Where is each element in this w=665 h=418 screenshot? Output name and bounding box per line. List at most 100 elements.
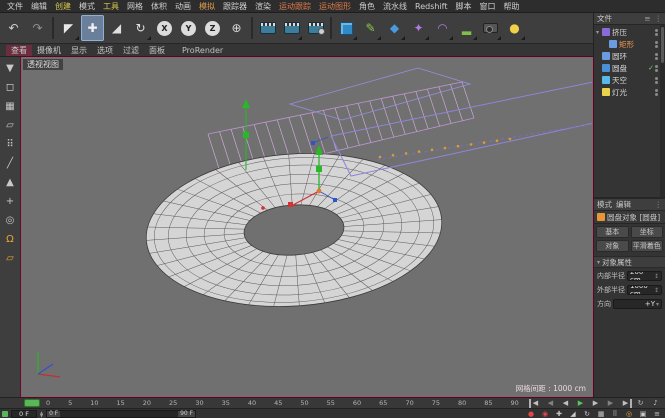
visibility-dots[interactable] xyxy=(655,29,658,36)
autokey-button[interactable]: ◉ xyxy=(539,409,551,418)
menu-mesh[interactable]: 网格 xyxy=(123,1,147,12)
menu-tools[interactable]: 工具 xyxy=(99,1,123,12)
redo-button[interactable]: ↷ xyxy=(26,15,49,41)
object-disc[interactable]: 圆盘 ✓ xyxy=(594,62,665,74)
panel-menu-button[interactable]: ≡ xyxy=(651,409,663,418)
light-button[interactable]: ● xyxy=(503,15,526,41)
render-view-button[interactable] xyxy=(256,15,279,41)
object-tag-icon[interactable]: ✓ xyxy=(648,64,654,72)
timeline-playhead[interactable] xyxy=(24,399,40,407)
keyframe-position-button[interactable]: ✚ xyxy=(553,409,565,418)
rotate-tool[interactable]: ↻ xyxy=(129,15,152,41)
object-properties-header[interactable]: ▾ 对象属性 xyxy=(594,256,665,268)
vp-menu-options[interactable]: 选项 xyxy=(92,45,118,56)
preview-range-slider[interactable]: 0 F 90 F xyxy=(46,410,196,418)
viewport-canvas[interactable]: 透视视图 网格间距 : 1000 cm xyxy=(21,57,593,397)
keyframe-pla-button[interactable]: ⠿ xyxy=(609,409,621,418)
record-keyframe-button[interactable]: ● xyxy=(525,409,537,418)
axis-z-lock-button[interactable]: Z xyxy=(201,15,224,41)
menu-redshift[interactable]: Redshift xyxy=(411,2,451,11)
om-scrollbar[interactable] xyxy=(660,25,665,197)
previous-key-button[interactable]: ◀ xyxy=(544,399,557,408)
timeline-ruler[interactable]: 051015202530354045505560657075808590 ◀◀◀… xyxy=(0,397,665,408)
move-tool[interactable]: ✚ xyxy=(81,15,104,41)
am-menu-edit[interactable]: 编辑 xyxy=(616,199,631,210)
workplane-mode-button[interactable]: ▱ xyxy=(2,117,19,133)
menu-mode[interactable]: 模式 xyxy=(75,1,99,12)
menu-window[interactable]: 窗口 xyxy=(475,1,499,12)
visibility-dots[interactable] xyxy=(655,89,658,96)
subdivision-surface-button[interactable]: ◆ xyxy=(383,15,406,41)
playback-solo-button[interactable]: ◎ xyxy=(623,409,635,418)
field-value[interactable]: 1000 cm↕ xyxy=(627,285,662,295)
texture-mode-button[interactable]: ▦ xyxy=(2,98,19,114)
play-forward-button[interactable]: ▶ xyxy=(574,399,587,408)
toolbar-separator[interactable] xyxy=(330,17,332,39)
menu-edit[interactable]: 编辑 xyxy=(27,1,51,12)
visibility-dots[interactable] xyxy=(655,53,658,60)
polygons-mode-button[interactable]: ▲ xyxy=(2,174,19,190)
menu-create[interactable]: 创建 xyxy=(51,1,75,12)
menu-pipeline[interactable]: 流水线 xyxy=(379,1,411,12)
am-more-icon[interactable]: ⋮ xyxy=(655,200,663,209)
axis-y-lock-button[interactable]: Y xyxy=(177,15,200,41)
scale-tool[interactable]: ◢ xyxy=(105,15,128,41)
am-tab-phong[interactable]: 平滑着色 xyxy=(631,240,664,252)
am-tab-basic[interactable]: 基本 xyxy=(596,226,629,238)
viewport-solo-button[interactable]: ◎ xyxy=(2,212,19,228)
camera-record-button[interactable]: ▣ xyxy=(637,409,649,418)
spline-pen-button[interactable]: ✎ xyxy=(359,15,382,41)
snap-button[interactable]: Ω xyxy=(2,231,19,247)
field-value[interactable]: +Y▾ xyxy=(613,299,662,309)
points-mode-button[interactable]: ⠿ xyxy=(2,136,19,152)
range-start-handle[interactable]: 0 F xyxy=(47,411,60,417)
menu-animate[interactable]: 动画 xyxy=(171,1,195,12)
object-rectangle[interactable]: 矩形 xyxy=(594,38,665,50)
edges-mode-button[interactable]: ╱ xyxy=(2,155,19,171)
om-search-icon[interactable]: ≡ xyxy=(644,14,650,23)
deformer-button[interactable]: ◠ xyxy=(431,15,454,41)
axis-x-lock-button[interactable]: X xyxy=(153,15,176,41)
vp-menu-view[interactable]: 查看 xyxy=(6,45,32,56)
enable-axis-button[interactable]: + xyxy=(2,193,19,209)
current-frame-input[interactable]: 0 F xyxy=(11,410,37,418)
render-settings-button[interactable] xyxy=(304,15,327,41)
go-to-start-button[interactable]: ◀ xyxy=(529,399,542,408)
workplane-snap-button[interactable]: ▱ xyxy=(2,250,19,266)
menu-render[interactable]: 渲染 xyxy=(251,1,275,12)
am-tab-object[interactable]: 对象 xyxy=(596,240,629,252)
menu-simulate[interactable]: 模拟 xyxy=(195,1,219,12)
model-mode-button[interactable]: ◻ xyxy=(2,79,19,95)
toolbar-separator[interactable] xyxy=(52,17,54,39)
object-light[interactable]: 灯光 xyxy=(594,86,665,98)
frame-spinner[interactable]: ▲▼ xyxy=(40,411,43,417)
go-to-end-button[interactable]: ▶ xyxy=(619,399,632,408)
object-extrude[interactable]: ▾ 挤压 xyxy=(594,26,665,38)
keyframe-scale-button[interactable]: ◢ xyxy=(567,409,579,418)
vp-menu-display[interactable]: 显示 xyxy=(66,45,92,56)
view-label[interactable]: 透视视图 xyxy=(23,59,63,70)
menu-character[interactable]: 角色 xyxy=(355,1,379,12)
object-circle-spline[interactable]: 圆环 xyxy=(594,50,665,62)
vp-menu-filter[interactable]: 过滤 xyxy=(118,45,144,56)
undo-button[interactable]: ↶ xyxy=(2,15,25,41)
menu-tracker[interactable]: 跟踪器 xyxy=(219,1,251,12)
field-value[interactable]: 200 cm↕ xyxy=(627,271,662,281)
next-frame-button[interactable]: ▶ xyxy=(589,399,602,408)
make-editable-button[interactable]: ▼ xyxy=(2,60,19,76)
visibility-dots[interactable] xyxy=(655,65,658,72)
menu-file[interactable]: 文件 xyxy=(3,1,27,12)
am-menu-mode[interactable]: 模式 xyxy=(597,199,612,210)
environment-button[interactable]: ▂ xyxy=(455,15,478,41)
render-picture-viewer-button[interactable] xyxy=(280,15,303,41)
menu-script[interactable]: 脚本 xyxy=(451,1,475,12)
prorender-menu[interactable]: ProRender xyxy=(182,46,223,55)
camera-button[interactable] xyxy=(479,15,502,41)
keyframe-parameter-button[interactable]: ▦ xyxy=(595,409,607,418)
previous-frame-button[interactable]: ◀ xyxy=(559,399,572,408)
primitive-cube-button[interactable] xyxy=(335,15,358,41)
object-sky[interactable]: 天空 xyxy=(594,74,665,86)
loop-button[interactable]: ↻ xyxy=(634,399,647,408)
am-tab-coord[interactable]: 坐标 xyxy=(631,226,664,238)
range-end-handle[interactable]: 90 F xyxy=(178,411,195,417)
